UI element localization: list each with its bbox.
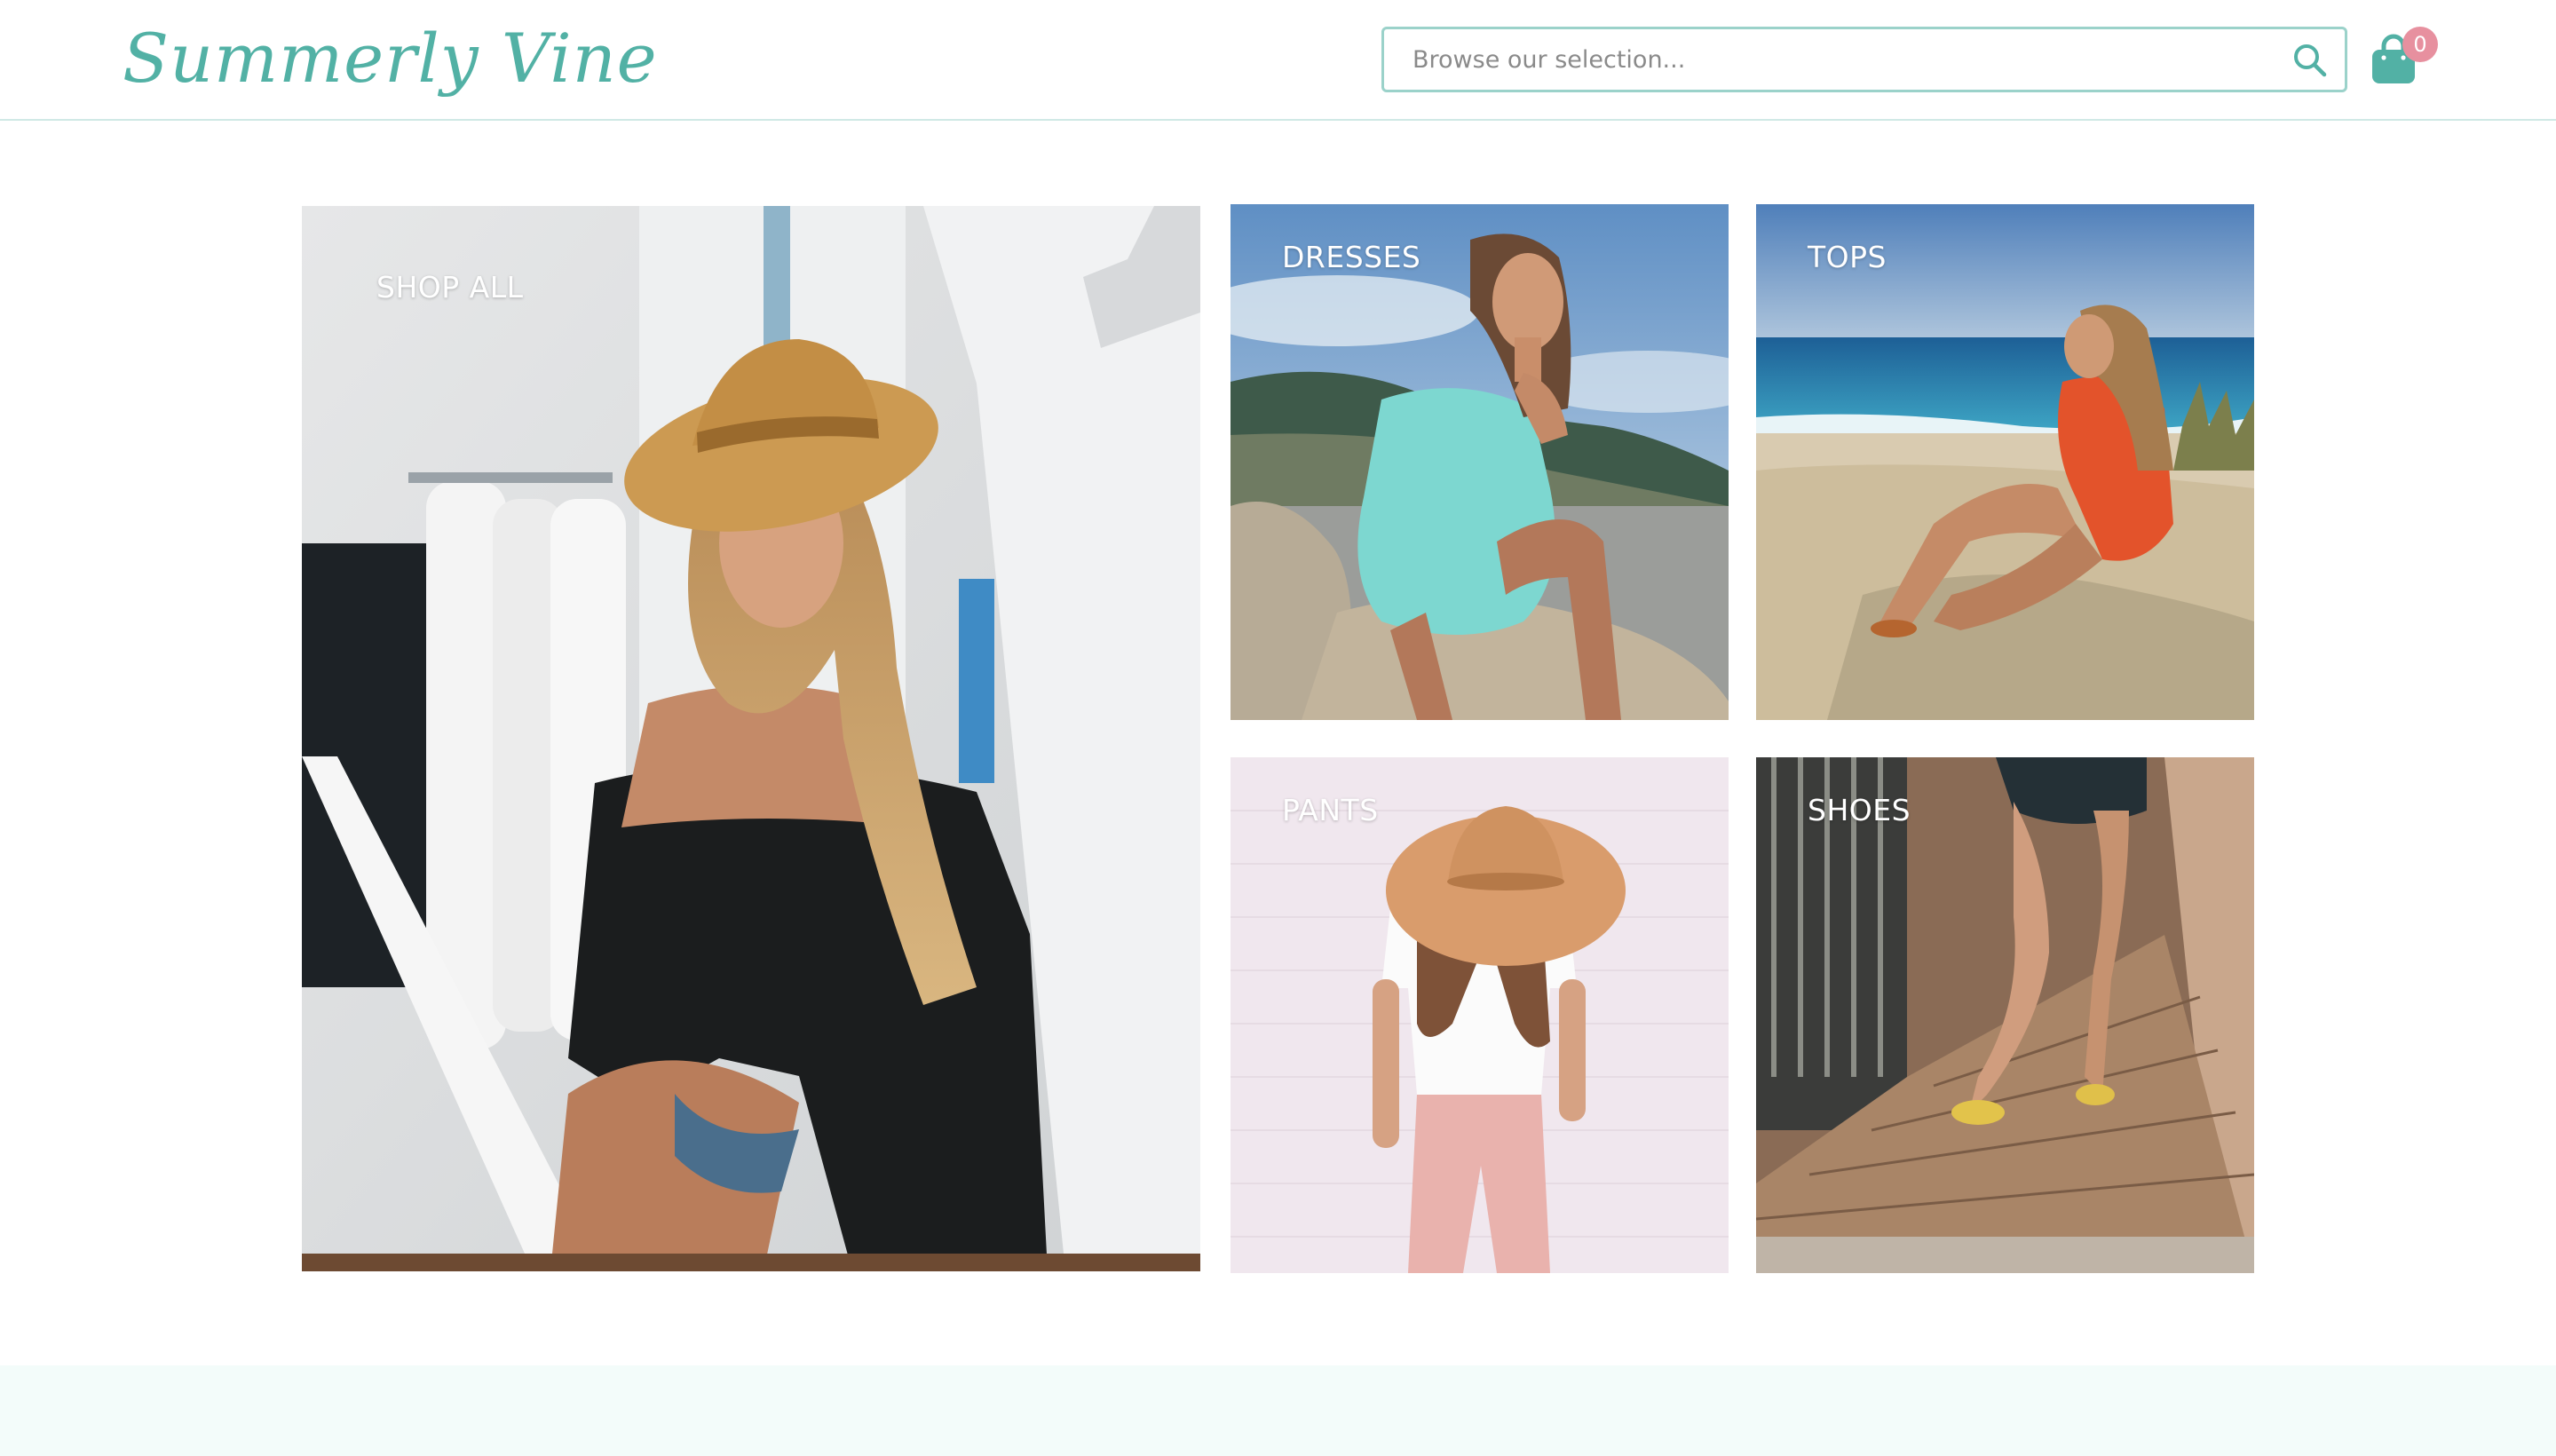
search-input[interactable] xyxy=(1384,29,2345,90)
category-tile-tops[interactable]: TOPS xyxy=(1756,204,2254,720)
category-label-pants: PANTS xyxy=(1282,793,1379,827)
shoes-image xyxy=(1756,757,2254,1273)
category-label-tops: TOPS xyxy=(1808,240,1887,274)
category-label-shop-all: SHOP ALL xyxy=(376,270,524,305)
dresses-image xyxy=(1231,204,1729,720)
cart-button[interactable]: 0 xyxy=(2370,25,2441,96)
search-bar xyxy=(1381,27,2347,92)
site-header: Summerly Vine 0 xyxy=(0,0,2556,121)
category-label-dresses: DRESSES xyxy=(1282,240,1421,274)
brand-logo[interactable]: Summerly Vine xyxy=(123,14,658,103)
pants-image xyxy=(1231,757,1729,1273)
footer-band xyxy=(0,1365,2556,1456)
search-icon[interactable] xyxy=(2291,42,2329,79)
category-label-shoes: SHOES xyxy=(1808,793,1911,827)
tops-image xyxy=(1756,204,2254,720)
category-tile-shoes[interactable]: SHOES xyxy=(1756,757,2254,1273)
category-tile-shop-all[interactable]: SHOP ALL xyxy=(302,206,1200,1271)
category-tile-pants[interactable]: PANTS xyxy=(1231,757,1729,1273)
shop-all-image xyxy=(302,206,1200,1271)
category-tile-dresses[interactable]: DRESSES xyxy=(1231,204,1729,720)
cart-count-badge: 0 xyxy=(2402,27,2438,62)
